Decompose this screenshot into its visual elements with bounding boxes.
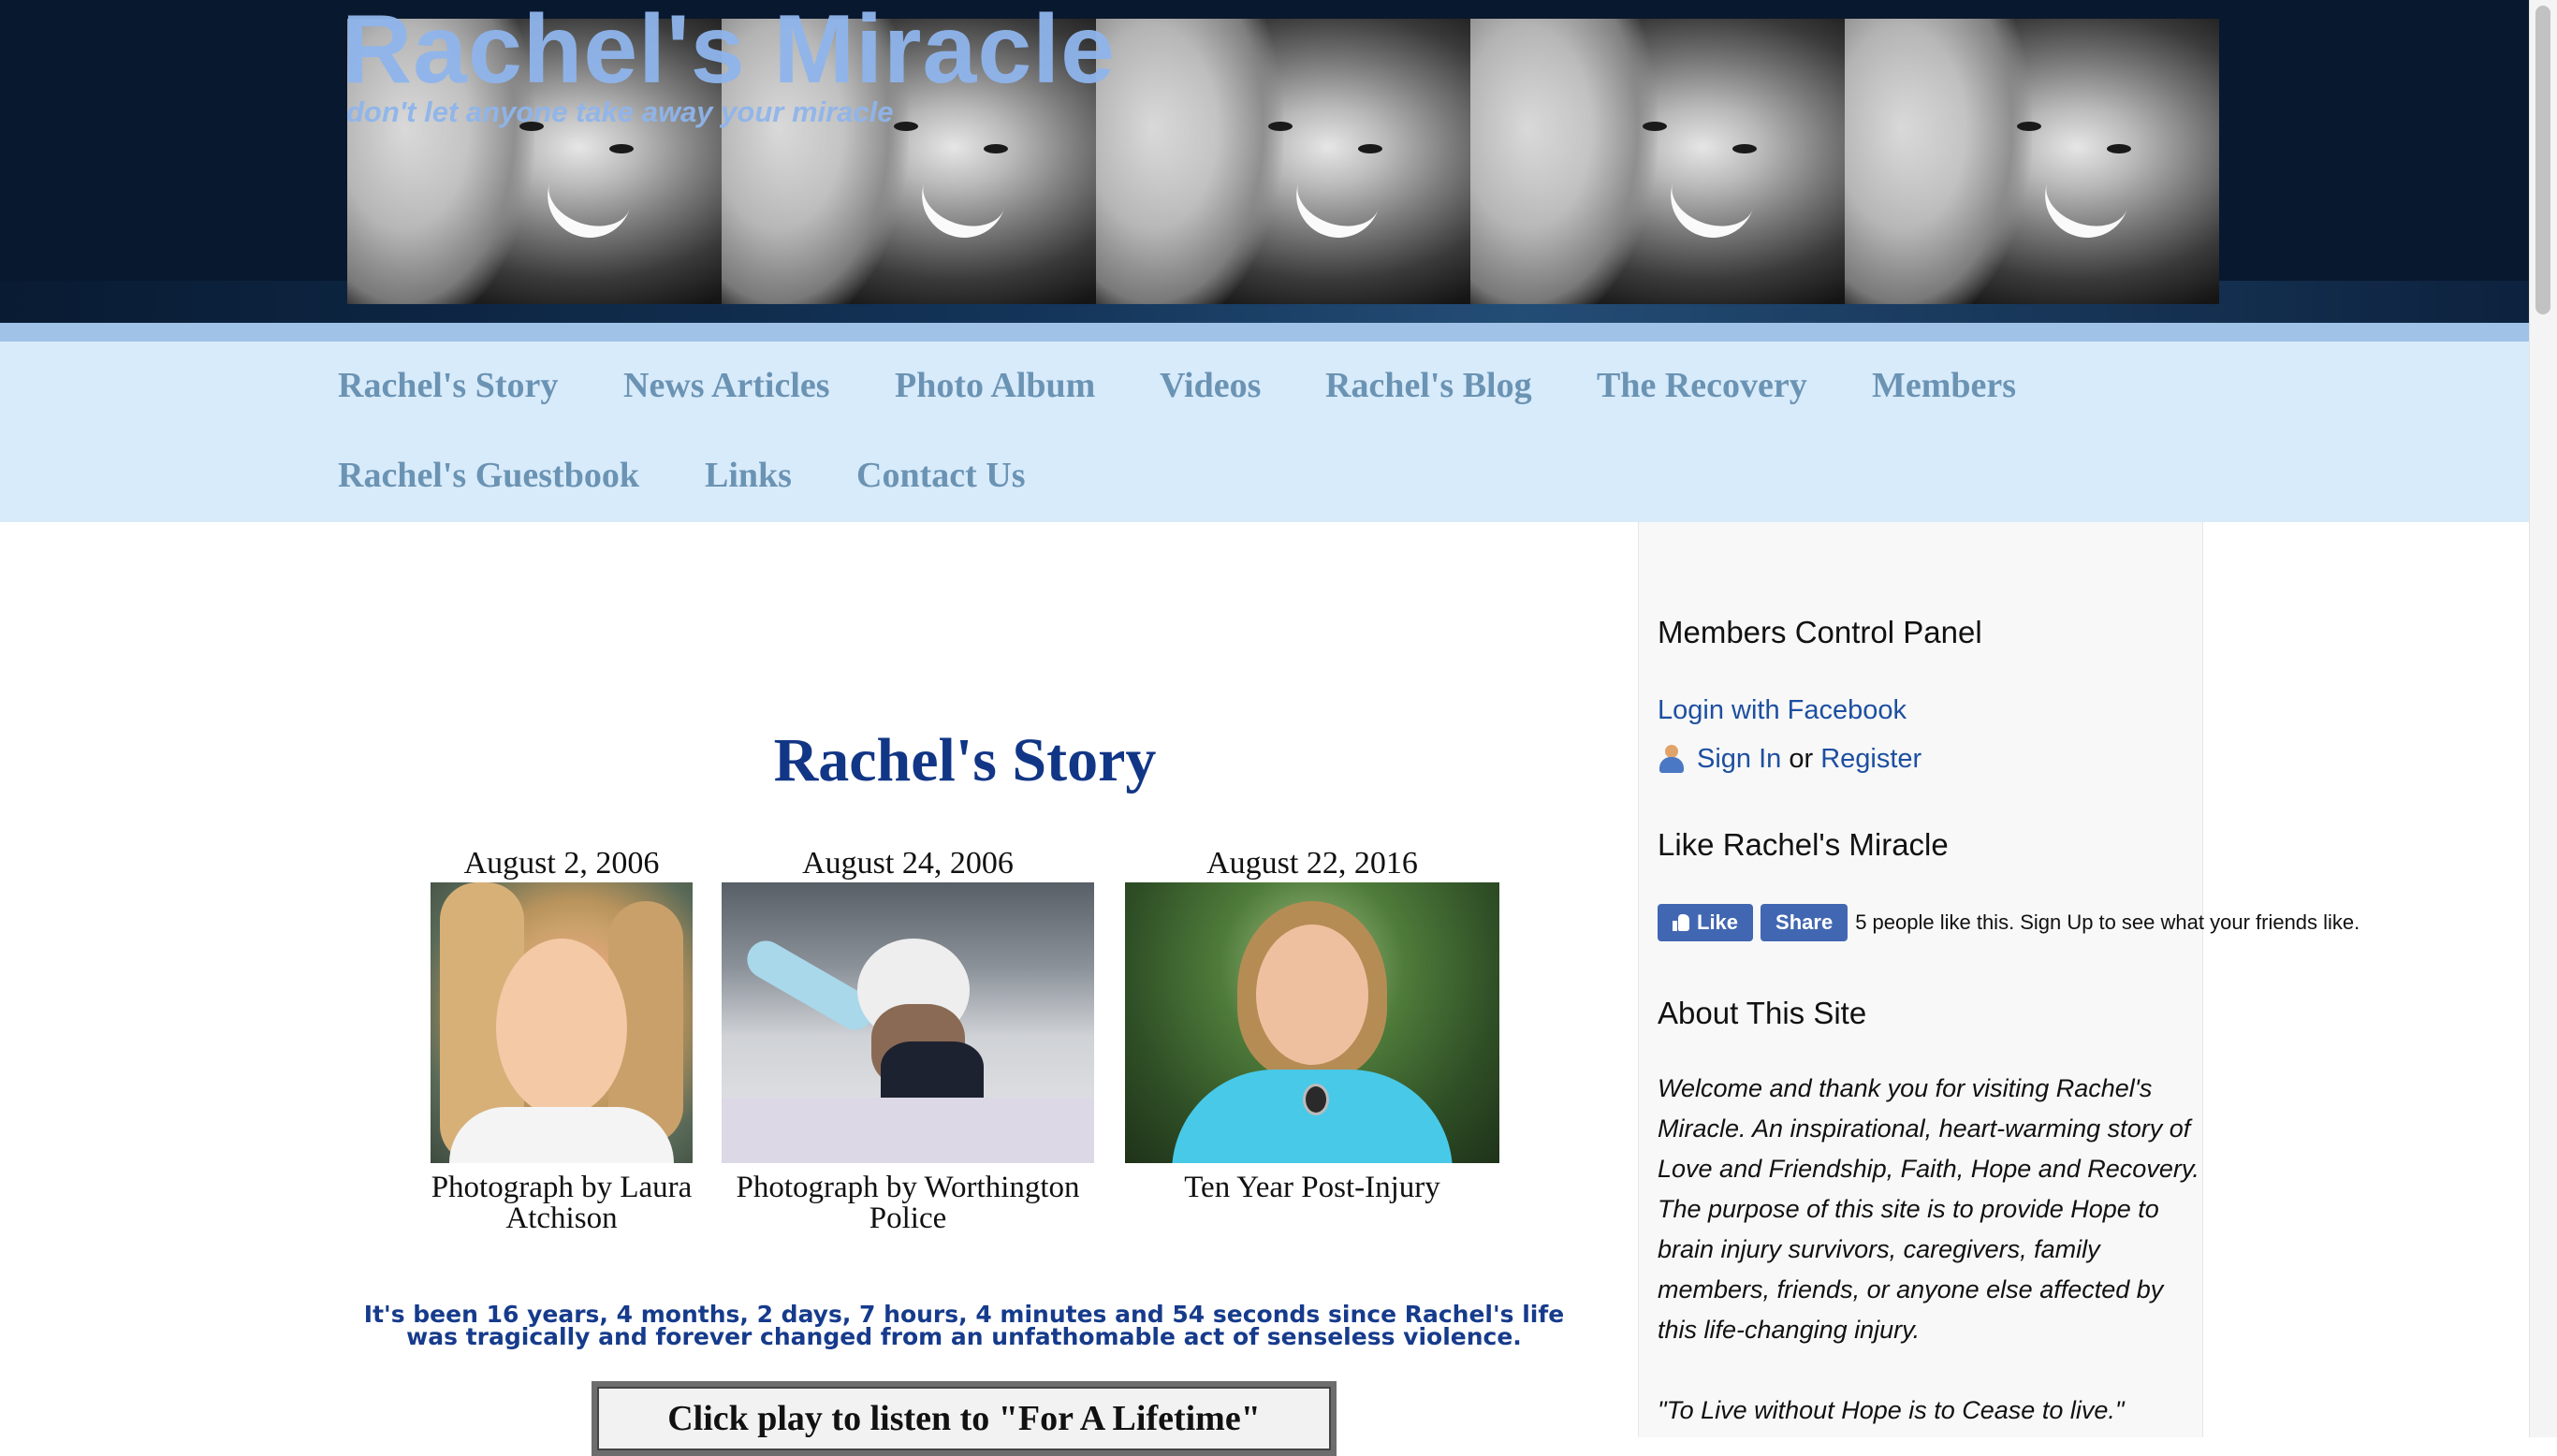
register-link[interactable]: Register	[1820, 744, 1921, 774]
or-text: or	[1789, 744, 1814, 774]
photo-figure-2006-08-02: August 2, 2006 Photograph by Laura Atchi…	[412, 845, 711, 1234]
members-control-panel-heading: Members Control Panel	[1658, 615, 1982, 649]
hope-quote: "To Live without Hope is to Cease to liv…	[1658, 1396, 2125, 1424]
sign-in-link[interactable]: Sign In	[1697, 744, 1781, 774]
login-with-facebook-link[interactable]: Login with Facebook	[1658, 695, 1907, 725]
photo-rachel-2016	[1125, 882, 1499, 1163]
photo-caption: Photograph by Worthington Police	[736, 1171, 1080, 1235]
nav-item-rachels-guestbook[interactable]: Rachel's Guestbook	[338, 455, 639, 496]
photo-date: August 2, 2006	[463, 846, 660, 881]
site-title[interactable]: Rachel's Miracle	[342, 0, 1116, 106]
audio-player[interactable]: Click play to listen to "For A Lifetime"	[592, 1381, 1337, 1456]
photo-rachel-2006	[431, 882, 693, 1163]
nav-item-news-articles[interactable]: News Articles	[623, 365, 830, 406]
about-text: Welcome and thank you for visiting Rache…	[1658, 1074, 2199, 1344]
nav-item-photo-album[interactable]: Photo Album	[895, 365, 1095, 406]
nav-item-videos[interactable]: Videos	[1160, 365, 1261, 406]
photo-figure-2016-08-22: August 22, 2016 Ten Year Post-Injury	[1125, 845, 1499, 1203]
login-facebook-row: Login with Facebook	[1658, 695, 1907, 726]
about-heading: About This Site	[1658, 996, 1867, 1030]
thumbs-up-icon	[1673, 914, 1689, 931]
facebook-like-button[interactable]: Like	[1658, 904, 1754, 941]
banner-stripe	[0, 323, 2529, 342]
nav-item-the-recovery[interactable]: The Recovery	[1597, 365, 1807, 406]
nav-item-rachels-story[interactable]: Rachel's Story	[338, 365, 558, 406]
user-icon	[1658, 745, 1686, 773]
facebook-share-button[interactable]: Share	[1761, 904, 1848, 941]
photo-date: August 22, 2016	[1206, 846, 1418, 881]
photo-caption: Photograph by Laura Atchison	[431, 1171, 693, 1235]
facebook-like-widget: Like Share 5 people like this. Sign Up t…	[1658, 904, 2360, 941]
photo-figure-2006-08-24: August 24, 2006 Photograph by Worthingto…	[721, 845, 1095, 1234]
like-heading: Like Rachel's Miracle	[1658, 827, 1949, 862]
nav-item-rachels-blog[interactable]: Rachel's Blog	[1325, 365, 1532, 406]
site-tagline: don't let anyone take away your miracle	[346, 95, 894, 128]
like-count-text: 5 people like this.	[1855, 910, 2015, 934]
banner-photo	[1470, 19, 1845, 304]
facebook-sign-up-link[interactable]: Sign Up	[2020, 910, 2093, 935]
photo-hospital-2006	[722, 882, 1094, 1163]
banner-photo	[1096, 19, 1470, 304]
like-suffix-text: to see what your friends like.	[2098, 910, 2360, 934]
header-banner: Rachel's Miracle don't let anyone take a…	[0, 0, 2529, 323]
scrollbar-thumb[interactable]	[2535, 6, 2550, 314]
banner-photo	[1845, 19, 2219, 304]
photo-caption: Ten Year Post-Injury	[1184, 1171, 1440, 1204]
photo-date: August 24, 2006	[802, 846, 1014, 881]
audio-player-label[interactable]: Click play to listen to "For A Lifetime"	[597, 1387, 1331, 1450]
nav-item-members[interactable]: Members	[1872, 365, 2016, 406]
time-since-counter: It's been 16 years, 4 months, 2 days, 7 …	[363, 1301, 1565, 1350]
nav-item-links[interactable]: Links	[705, 455, 792, 496]
main-nav: Rachel's Story News Articles Photo Album…	[0, 342, 2529, 522]
nav-item-contact-us[interactable]: Contact Us	[856, 455, 1025, 496]
sign-in-row: Sign In or Register	[1658, 744, 1921, 775]
